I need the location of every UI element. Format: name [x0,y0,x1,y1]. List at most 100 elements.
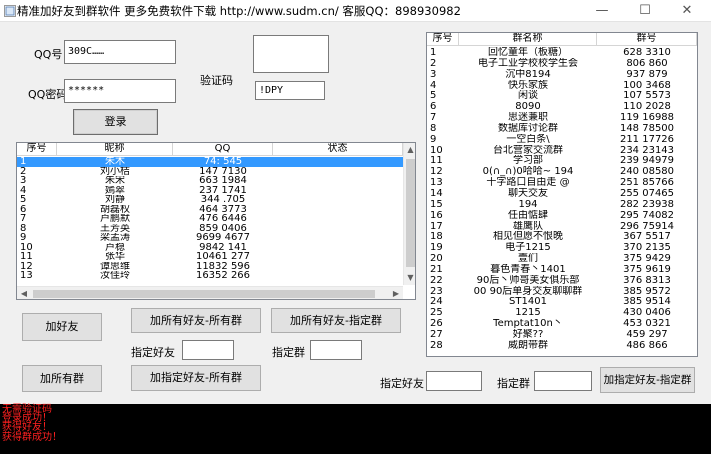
cell-group-number: 375 9429 [623,253,671,264]
friend-row[interactable]: 1 朱木 74: 545 [17,157,403,167]
group-row[interactable]: 12 0(∩_∩)0哈哈~ 194 240 08580 [427,166,697,177]
group-row[interactable]: 26 Temptat10n丶 453 0321 [427,318,697,329]
add-specified-friend-specified-group-button[interactable]: 加指定好友-指定群 [600,367,695,393]
cell-qq: 11832 596 [195,261,251,271]
group-row[interactable]: 18 相见但愿不恨晚 367 5517 [427,231,697,242]
group-row[interactable]: 9 一空白条\ 211 17726 [427,134,697,145]
column-header-group-number[interactable]: 群号 [597,33,697,45]
group-row[interactable]: 7 思迷兼职 119 16988 [427,112,697,123]
captcha-input[interactable]: !DPY [255,81,325,100]
group-row[interactable]: 6 8090 110 2028 [427,101,697,112]
group-row[interactable]: 5 闲谈 107 5573 [427,90,697,101]
group-row[interactable]: 1 回忆童年（板糖） 628 3310 [427,47,697,58]
add-friend-button[interactable]: 加好友 [22,313,102,341]
group-row[interactable]: 4 快乐家族 100 3468 [427,80,697,91]
group-row[interactable]: 13 十字路口自由走 @ 251 85766 [427,177,697,188]
groups-list[interactable]: 序号 群名称 群号 1 回忆童年（板糖） 628 3310 2 电子工业学校校学生会 80… [426,32,698,357]
friend-row[interactable]: 13 汝佳玲 16352 266 [17,271,403,281]
cell-nickname: 张华 [105,252,125,262]
friend-row[interactable]: 6 胡磊权 464 3773 [17,205,403,215]
friend-row[interactable]: 3 朱宋 663 1984 [17,176,403,186]
friend-row[interactable]: 2 刘小桔 147 7130 [17,167,403,177]
qq-input[interactable]: 309C…… [64,40,176,64]
friend-row[interactable]: 8 王芳英 859 0406 [17,224,403,234]
minimize-button[interactable]: — [585,0,619,22]
group-row[interactable]: 8 数据库讨论群 148 78500 [427,123,697,134]
bottom-specify-friend-input[interactable] [426,371,482,391]
column-header-nickname[interactable]: 昵称 [57,143,173,155]
close-button[interactable]: ✕ [670,0,704,22]
friends-list[interactable]: 序号 昵称 QQ 状态 1 朱木 74: 545 2 刘小桔 147 7130 3 朱宋 663… [16,142,416,300]
group-row[interactable]: 28 威朗带群 486 866 [427,340,697,351]
group-row[interactable]: 24 ST1401 385 9514 [427,296,697,307]
friend-row[interactable]: 5 刘静 344 .705 [17,195,403,205]
friend-row[interactable]: 12 谭思维 11832 596 [17,262,403,272]
specify-friend-input[interactable] [182,340,234,360]
group-row[interactable]: 19 电子1215 370 2135 [427,242,697,253]
cell-index: 19 [430,242,443,254]
group-row[interactable]: 2 电子工业学校校学生会 806 860 [427,58,697,69]
scroll-thumb[interactable] [33,290,375,298]
friend-row[interactable]: 10 卢稳 9842 141 [17,243,403,253]
add-specified-friend-all-groups-button[interactable]: 加指定好友-所有群 [131,365,261,391]
cell-status [273,262,403,272]
join-all-groups-button[interactable]: 加所有群 [22,365,102,392]
column-header-index[interactable]: 序号 [17,143,57,155]
group-row[interactable]: 17 雄鹰队 296 75914 [427,221,697,232]
cell-group-name: 任由惦肆 [508,209,548,221]
password-label: QQ密码 [28,88,68,101]
scroll-thumb[interactable] [406,159,415,267]
group-row[interactable]: 15 194 282 23938 [427,199,697,210]
friend-row[interactable]: 4 嫣翠 237 1741 [17,186,403,196]
specify-group-input[interactable] [310,340,362,360]
cell-index: 15 [430,198,443,210]
add-all-friends-all-groups-button[interactable]: 加所有好友-所有群 [131,308,261,333]
scroll-down-arrow-icon[interactable]: ▼ [404,271,415,285]
friend-row[interactable]: 9 梁孟涛 9699 4677 [17,233,403,243]
column-header-qq[interactable]: QQ [173,143,273,155]
friend-row[interactable]: 7 卢鹏默 476 6446 [17,214,403,224]
column-header-status[interactable]: 状态 [273,143,403,155]
cell-nickname: 梁孟涛 [100,233,130,243]
cell-group-name: 台北营家交流群 [493,144,563,156]
cell-qq: 74: 545 [203,157,243,167]
login-button[interactable]: 登录 [73,109,158,135]
maximize-button[interactable]: ☐ [628,0,662,22]
group-row[interactable]: 27 好聚?? 459 297 [427,329,697,340]
group-row[interactable]: 3 沉中8194 937 879 [427,69,697,80]
bottom-specify-group-input[interactable] [534,371,592,391]
friends-list-header: 序号 昵称 QQ 状态 [17,143,403,156]
scroll-up-arrow-icon[interactable]: ▲ [404,143,415,157]
app-icon [4,5,16,17]
column-header-group-name[interactable]: 群名称 [459,33,597,45]
group-row[interactable]: 11 学习部 239 94979 [427,155,697,167]
group-row[interactable]: 21 暮色青春丶1401 375 9619 [427,264,697,275]
cell-index: 27 [430,328,443,340]
cell-nickname: 嫣翠 [105,185,125,195]
cell-qq: 9842 141 [199,242,247,252]
log-line: 登录成功！ [2,413,52,425]
cell-index: 21 [430,263,443,275]
scroll-right-arrow-icon[interactable]: ▶ [389,287,403,299]
scroll-left-arrow-icon[interactable]: ◀ [17,287,31,299]
cell-index: 16 [430,209,443,221]
cell-status [273,195,403,205]
cell-group-number: 370 2135 [623,242,671,254]
cell-index: 12 [430,166,443,178]
add-all-friends-specified-group-button[interactable]: 加所有好友-指定群 [271,308,401,333]
password-input[interactable]: ****** [64,79,176,103]
cell-group-number: 375 9619 [623,263,671,275]
friends-vertical-scrollbar[interactable]: ▲ ▼ [403,143,415,285]
group-row[interactable]: 10 台北营家交流群 234 23143 [427,145,697,156]
group-row[interactable]: 16 任由惦肆 295 74082 [427,210,697,221]
group-row[interactable]: 22 90后丶帅哥美女俱乐部 376 8313 [427,275,697,286]
friend-row[interactable]: 11 张华 10461 277 [17,252,403,262]
group-row[interactable]: 25 1215 430 0406 [427,307,697,318]
friends-horizontal-scrollbar[interactable]: ◀ ▶ [17,286,403,299]
cell-index: 2 [20,166,27,176]
group-row[interactable]: 14 聊天交友 255 07465 [427,188,697,199]
column-header-index[interactable]: 序号 [427,33,459,45]
group-row[interactable]: 20 壹们 375 9429 [427,253,697,264]
cell-group-name: 暮色青春丶1401 [490,263,566,275]
group-row[interactable]: 23 00 90后单身交友聊聊群 385 9572 [427,286,697,297]
